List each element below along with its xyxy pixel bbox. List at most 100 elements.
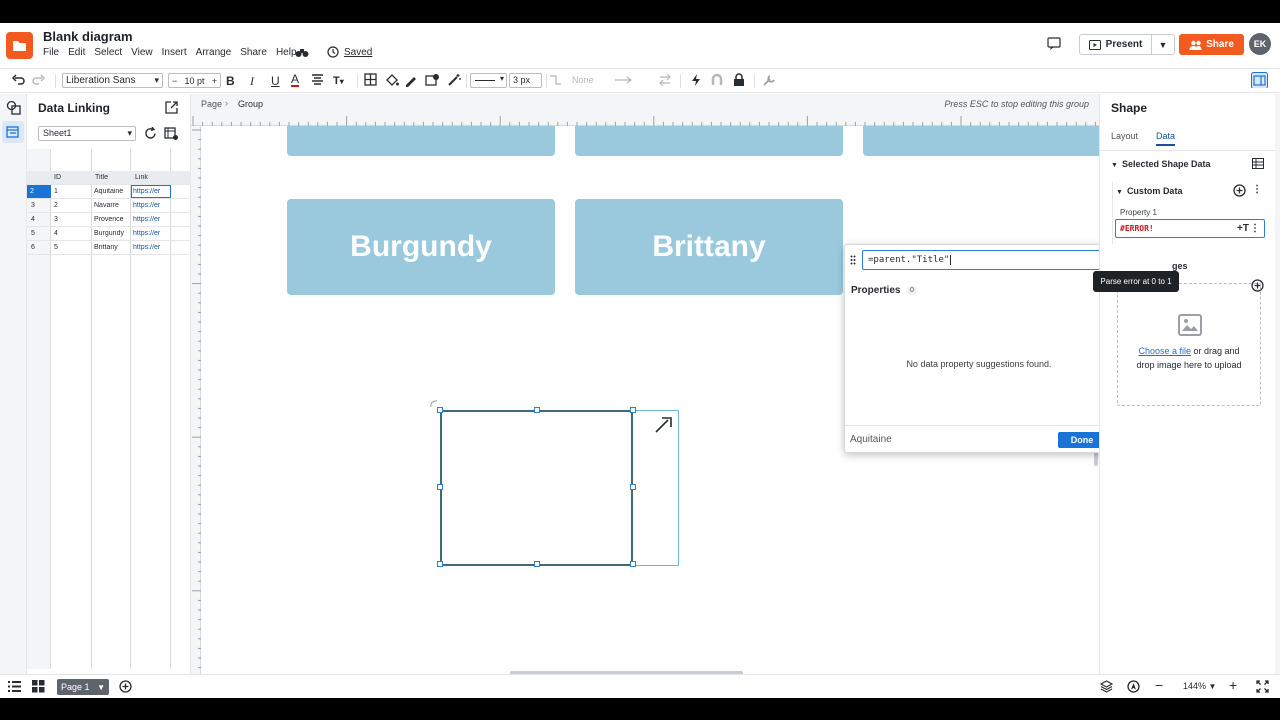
saved-status[interactable]: Saved — [327, 46, 372, 58]
underline-icon[interactable]: U — [271, 73, 280, 89]
line-style-select[interactable]: ▾ — [470, 73, 507, 88]
italic-icon[interactable]: I — [250, 73, 254, 89]
add-page-icon[interactable] — [119, 680, 132, 693]
present-button[interactable]: Present — [1080, 35, 1152, 54]
shapes-icon[interactable] — [6, 100, 21, 115]
magic-wand-icon[interactable] — [447, 73, 461, 89]
formula-input[interactable]: =parent."Title" — [862, 250, 1107, 270]
page-tab[interactable]: Page 1 ▼ — [57, 679, 109, 695]
menu-insert[interactable]: Insert — [162, 47, 187, 58]
present-label: Present — [1105, 39, 1143, 50]
region-tile-brittany[interactable]: Brittany — [575, 199, 843, 295]
col-header-link[interactable]: Link — [135, 174, 148, 181]
list-view-icon[interactable] — [8, 681, 21, 692]
grid-view-icon[interactable] — [32, 680, 45, 693]
font-size-stepper[interactable]: − 10 pt + — [168, 73, 221, 88]
selected-shape-data-section[interactable]: ▼ Selected Shape Data — [1111, 159, 1210, 169]
menu-share[interactable]: Share — [240, 47, 267, 58]
breadcrumb-page[interactable]: Page — [201, 99, 222, 109]
cell-link: https://er — [133, 202, 161, 209]
line-shape-icon[interactable] — [548, 73, 562, 89]
table-row[interactable]: 4 3 Provence https://er — [27, 213, 191, 227]
col-header-id[interactable]: ID — [54, 174, 61, 181]
property-value: #ERROR! — [1120, 224, 1154, 233]
tab-layout[interactable]: Layout — [1111, 131, 1138, 146]
table-row[interactable]: 2 1 Aquitaine https://er — [27, 185, 191, 199]
menu-edit[interactable]: Edit — [68, 47, 85, 58]
image-upload-dropzone[interactable]: Choose a file or drag and drop image her… — [1117, 283, 1261, 406]
more-options-icon[interactable]: ⋮ — [1250, 220, 1260, 237]
tab-data[interactable]: Data — [1156, 131, 1176, 146]
text-color-icon[interactable]: A — [291, 73, 300, 87]
custom-data-header[interactable]: ▼ Custom Data — [1116, 186, 1182, 196]
user-avatar[interactable]: EK — [1249, 33, 1271, 55]
line-width-select[interactable]: 3 px — [509, 73, 542, 88]
zoom-level[interactable]: 144% ▼ — [1183, 681, 1216, 691]
menu-select[interactable]: Select — [94, 47, 122, 58]
layers-icon[interactable] — [1100, 680, 1113, 693]
bold-icon[interactable]: B — [226, 73, 235, 89]
present-dropdown[interactable]: ▼ — [1152, 35, 1174, 54]
property-value-field[interactable]: #ERROR! +T ⋮ — [1115, 219, 1265, 238]
lock-icon[interactable] — [733, 73, 745, 89]
share-button[interactable]: Share — [1179, 34, 1244, 55]
lightning-icon[interactable] — [690, 73, 702, 89]
image-shape-icon[interactable] — [425, 73, 440, 89]
sheet-select[interactable]: Sheet1 — [38, 126, 136, 141]
cell-title: Brittany — [94, 244, 118, 251]
chevron-down-icon[interactable]: ▼ — [97, 683, 105, 692]
table-row[interactable]: 6 5 Brittany https://er — [27, 241, 191, 255]
swap-icon[interactable] — [658, 73, 672, 89]
refresh-icon[interactable] — [144, 127, 157, 140]
region-tile-burgundy[interactable]: Burgundy — [287, 199, 555, 295]
zoom-out-icon[interactable]: − — [1155, 677, 1163, 693]
align-center-icon[interactable] — [311, 73, 324, 89]
breadcrumb-group[interactable]: Group — [238, 99, 263, 109]
binoculars-icon[interactable] — [295, 48, 309, 58]
right-scrollbar-track[interactable] — [1275, 94, 1280, 674]
table-row[interactable]: 5 4 Burgundy https://er — [27, 227, 191, 241]
menu-help[interactable]: Help — [276, 47, 297, 58]
comment-icon[interactable] — [1047, 37, 1061, 50]
line-color-icon[interactable] — [404, 73, 418, 89]
region-tile[interactable] — [287, 126, 555, 156]
col-header-title[interactable]: Title — [95, 174, 108, 181]
text-options-icon[interactable]: T ▾ — [333, 73, 344, 89]
font-family-select[interactable]: Liberation Sans — [62, 73, 163, 88]
navigation-icon[interactable] — [1127, 680, 1140, 693]
table-view-icon[interactable] — [1252, 158, 1264, 169]
undo-icon[interactable] — [11, 73, 25, 89]
drag-handle-icon[interactable] — [850, 255, 856, 265]
open-external-icon[interactable] — [165, 101, 178, 114]
table-row[interactable]: 3 2 Navarre https://er — [27, 199, 191, 213]
fill-color-icon[interactable] — [385, 73, 399, 89]
add-property-icon[interactable] — [1233, 184, 1246, 197]
spreadsheet-grid[interactable]: ID Title Link 2 1 Aquitaine https://er 3… — [27, 149, 191, 674]
selection-handles[interactable] — [426, 396, 646, 576]
formula-editor-popover: =parent."Title" Properties 0 No data pro… — [844, 244, 1112, 453]
choose-file-link[interactable]: Choose a file — [1138, 346, 1191, 356]
menu-view[interactable]: View — [131, 47, 153, 58]
decrease-icon[interactable]: − — [172, 76, 177, 86]
fullscreen-icon[interactable] — [1256, 680, 1269, 693]
table-icon[interactable] — [364, 73, 377, 89]
panel-tabs: Layout Data — [1111, 131, 1176, 146]
endpoint-style-select[interactable]: None — [569, 73, 607, 88]
magnet-icon[interactable] — [711, 73, 723, 89]
redo-icon[interactable] — [32, 73, 46, 89]
menu-arrange[interactable]: Arrange — [196, 47, 232, 58]
arrow-end-icon[interactable] — [613, 73, 639, 89]
more-options-icon[interactable]: ⋮ — [1252, 184, 1262, 195]
data-linking-tab[interactable] — [2, 121, 24, 143]
sheet-settings-icon[interactable] — [164, 127, 179, 141]
wrench-icon[interactable] — [762, 73, 776, 89]
document-title[interactable]: Blank diagram — [43, 29, 133, 44]
zoom-in-icon[interactable]: + — [1229, 677, 1237, 693]
panel-toggle-icon[interactable] — [1251, 72, 1268, 88]
region-tile[interactable] — [863, 126, 1099, 156]
region-tile[interactable] — [575, 126, 843, 156]
app-logo-icon[interactable] — [6, 32, 33, 59]
menu-file[interactable]: File — [43, 47, 59, 58]
formula-text-icon[interactable]: +T — [1237, 220, 1249, 237]
increase-icon[interactable]: + — [212, 76, 217, 86]
